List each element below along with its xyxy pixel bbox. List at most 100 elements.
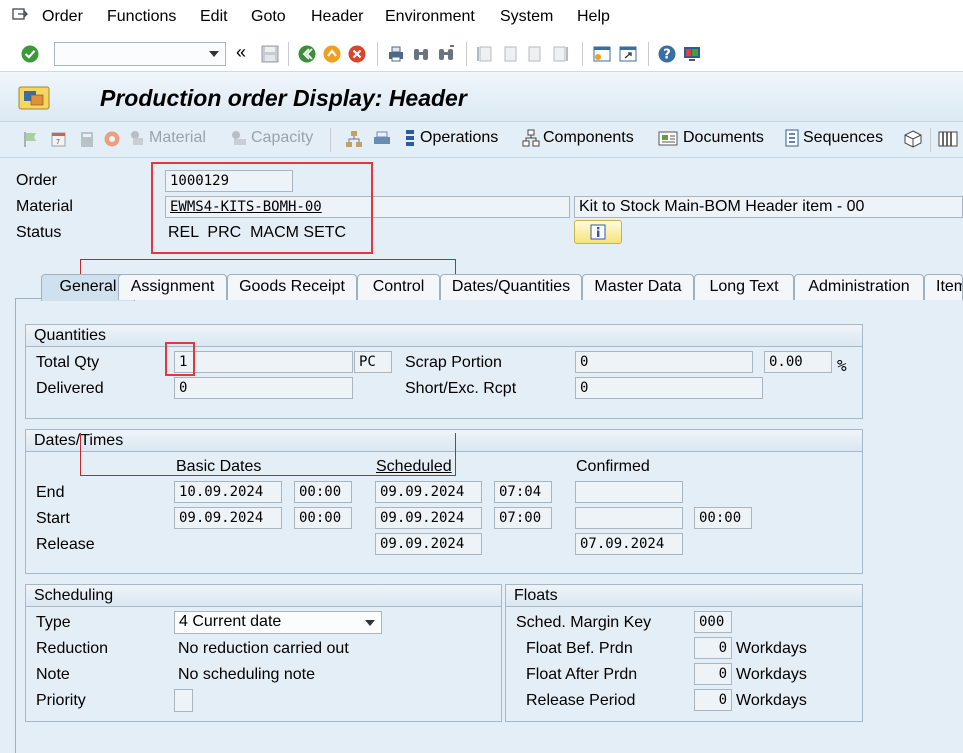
tab-administration[interactable]: Administration (794, 274, 924, 300)
printer-icon[interactable] (372, 130, 392, 148)
end-scheduled-date-field: 09.09.2024 (375, 481, 482, 503)
tab-dates-quantities[interactable]: Dates/Quantities (440, 274, 582, 300)
total-qty-field[interactable]: 1 (174, 351, 353, 373)
system-menu-icon[interactable] (12, 8, 28, 22)
end-label: End (36, 484, 65, 501)
lifebuoy-icon[interactable] (103, 130, 121, 148)
quantities-title: Quantities (26, 325, 862, 347)
back-icon[interactable] (297, 44, 317, 64)
hierarchy-icon[interactable] (345, 130, 363, 148)
operations-button[interactable]: Operations (403, 129, 498, 147)
floats-title: Floats (506, 585, 862, 607)
menu-functions[interactable]: Functions (107, 8, 176, 26)
cancel-icon[interactable] (347, 44, 367, 64)
sequences-button[interactable]: Sequences (784, 129, 883, 147)
last-page-icon[interactable] (550, 44, 570, 64)
page-title: Production order Display: Header (100, 85, 467, 111)
chevron-down-icon[interactable] (209, 51, 219, 57)
menu-order[interactable]: Order (42, 8, 83, 26)
tab-master-data[interactable]: Master Data (582, 274, 694, 300)
tab-control[interactable]: Control (357, 274, 440, 300)
scheduled-header: Scheduled (376, 458, 452, 475)
menu-system[interactable]: System (500, 8, 553, 26)
float-after-unit: Workdays (736, 666, 807, 683)
float-before-field[interactable]: 0 (694, 637, 732, 659)
tab-long-text[interactable]: Long Text (694, 274, 794, 300)
calculator-icon[interactable] (78, 130, 96, 148)
new-session-icon[interactable] (592, 44, 612, 64)
exit-icon[interactable] (322, 44, 342, 64)
tab-assignment[interactable]: Assignment (118, 274, 227, 300)
status-info-button[interactable] (574, 220, 622, 244)
confirmed-header: Confirmed (576, 458, 650, 475)
release-scheduled-date-field: 09.09.2024 (375, 533, 482, 555)
scheduling-type-select[interactable]: 4 Current date (174, 611, 382, 634)
sequences-label: Sequences (803, 129, 884, 146)
start-confirmed-time-field: 00:00 (694, 507, 752, 529)
customize-layout-icon[interactable] (682, 44, 702, 64)
menu-header[interactable]: Header (311, 8, 363, 26)
save-icon[interactable] (260, 44, 280, 64)
find-next-icon[interactable] (436, 44, 456, 64)
delivered-label: Delivered (36, 380, 104, 397)
float-after-field[interactable]: 0 (694, 663, 732, 685)
note-label: Note (36, 666, 70, 683)
cube-icon[interactable] (903, 129, 923, 149)
capacity-button[interactable]: Capacity (230, 129, 313, 147)
operations-label: Operations (420, 129, 499, 146)
first-page-icon[interactable] (475, 44, 495, 64)
shortcut-icon[interactable] (618, 44, 638, 64)
info-icon (590, 224, 606, 240)
help-icon[interactable]: ? (657, 44, 677, 64)
sequences-icon (785, 129, 799, 147)
capacity-icon (232, 131, 246, 145)
scrap-percent-field[interactable]: 0.00 (764, 351, 832, 373)
menu-goto[interactable]: Goto (251, 8, 286, 26)
collapse-chevron-icon[interactable]: « (236, 42, 246, 63)
scrap-portion-label: Scrap Portion (405, 354, 502, 371)
reduction-value: No reduction carried out (178, 640, 349, 657)
chevron-down-icon[interactable] (365, 620, 375, 626)
menu-environment[interactable]: Environment (385, 8, 475, 26)
basic-dates-header: Basic Dates (176, 458, 262, 475)
material-icon (131, 131, 143, 145)
end-confirmed-date-field (575, 481, 683, 503)
priority-label: Priority (36, 692, 86, 709)
annotation-line (80, 259, 456, 260)
print-icon[interactable] (386, 44, 406, 64)
start-scheduled-date-field: 09.09.2024 (375, 507, 482, 529)
menu-help[interactable]: Help (577, 8, 610, 26)
find-icon[interactable] (411, 44, 431, 64)
priority-field[interactable] (174, 689, 193, 712)
tab-strip: General Assignment Goods Receipt Control… (15, 274, 963, 301)
documents-button[interactable]: Documents (658, 129, 764, 147)
command-field[interactable] (54, 42, 226, 66)
material-button[interactable]: Material (128, 129, 206, 147)
end-basic-time-field[interactable]: 00:00 (294, 481, 352, 503)
start-basic-date-field[interactable]: 09.09.2024 (174, 507, 282, 529)
tab-item[interactable]: Item (924, 274, 963, 300)
unit-field[interactable]: PC (354, 351, 392, 373)
release-period-label: Release Period (526, 692, 636, 709)
tab-goods-receipt[interactable]: Goods Receipt (227, 274, 357, 300)
menu-edit[interactable]: Edit (200, 8, 228, 26)
release-period-field[interactable]: 0 (694, 689, 732, 711)
components-label: Components (543, 129, 634, 146)
start-basic-time-field[interactable]: 00:00 (294, 507, 352, 529)
percent-sign: % (837, 356, 847, 375)
short-exc-label: Short/Exc. Rcpt (405, 380, 517, 397)
next-page-icon[interactable] (525, 44, 545, 64)
display-mode-icon[interactable] (18, 86, 50, 110)
components-button[interactable]: Components (522, 129, 634, 147)
margin-key-field[interactable]: 000 (694, 611, 732, 633)
scrap-portion-field[interactable]: 0 (575, 351, 753, 373)
end-basic-date-field[interactable]: 10.09.2024 (174, 481, 282, 503)
previous-page-icon[interactable] (500, 44, 520, 64)
table-icon[interactable] (938, 130, 958, 148)
release-period-unit: Workdays (736, 692, 807, 709)
application-toolbar: 7 Material Capacity Operations Component… (0, 122, 963, 158)
calendar-icon[interactable]: 7 (50, 130, 68, 148)
float-before-label: Float Bef. Prdn (526, 640, 633, 657)
flag-icon[interactable] (22, 130, 40, 148)
enter-check-icon[interactable] (20, 44, 40, 64)
